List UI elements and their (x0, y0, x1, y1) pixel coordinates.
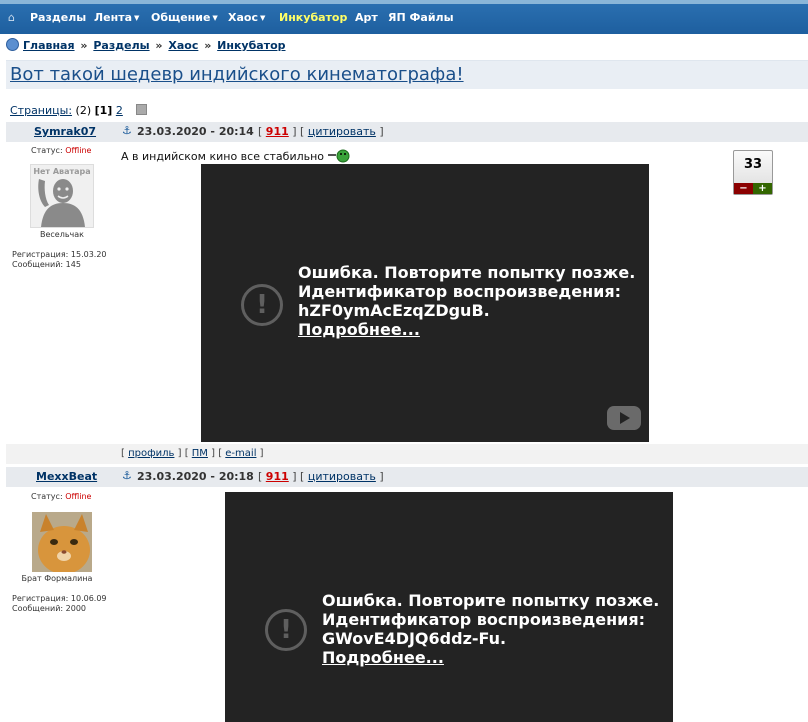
video-player[interactable]: ! Ошибка. Повторите попытку позже. Идент… (201, 164, 649, 442)
breadcrumb-inkubator[interactable]: Инкубатор (217, 39, 285, 52)
karma-minus-button[interactable]: − (734, 183, 753, 194)
youtube-icon[interactable] (607, 406, 641, 430)
post-date: 23.03.2020 - 20:18 (137, 470, 254, 483)
karma-widget: 33 − + (733, 150, 773, 195)
post-actions: [ 911 ] [ цитировать ] (258, 125, 384, 138)
status-label: Статус: (31, 492, 63, 501)
user-rank: Брат Формалина (21, 574, 93, 583)
breadcrumb-home[interactable]: Главная (23, 39, 75, 52)
status-label: Статус: (31, 146, 63, 155)
nav-label: Лента (94, 11, 132, 24)
video-more-link[interactable]: Подробнее... (322, 648, 659, 667)
nav-art[interactable]: Арт (355, 11, 378, 24)
anchor-icon[interactable]: ⚓ (122, 469, 132, 482)
breadcrumb: Главная » Разделы » Хаос » Инкубатор (6, 38, 286, 52)
avatar: Нет Аватара (30, 164, 94, 228)
video-error-message: Ошибка. Повторите попытку позже. Идентиф… (322, 591, 659, 667)
breadcrumb-separator: » (80, 39, 88, 52)
page-jump-icon[interactable] (136, 104, 148, 115)
video-more-link[interactable]: Подробнее... (298, 320, 635, 339)
nav-label: Общение (151, 11, 211, 24)
avatar (32, 512, 92, 572)
page-current: [1] (94, 104, 113, 117)
video-playback-id: GWovE4DJQ6ddz-Fu. (322, 629, 507, 648)
post-author[interactable]: MexxBeat (36, 470, 97, 483)
globe-icon (6, 38, 19, 51)
video-error-message: Ошибка. Повторите попытку позже. Идентиф… (298, 263, 635, 339)
nav-razdely[interactable]: Разделы (30, 11, 86, 24)
nav-lenta[interactable]: Лента ▼ (94, 11, 139, 24)
post-number-link[interactable]: 911 (266, 125, 289, 138)
nav-inkubator[interactable]: Инкубатор (279, 11, 347, 24)
post-header: Symrak07 ⚓ 23.03.2020 - 20:14 [ 911 ] [ … (6, 122, 808, 142)
quote-link[interactable]: цитировать (308, 470, 376, 483)
post-author-panel: Статус: Offline Брат Формалина Регистрац… (6, 492, 112, 622)
user-status: Статус: Offline (31, 492, 91, 501)
post-footer-links: [ профиль ] [ ПМ ] [ e-mail ] (121, 448, 264, 459)
user-registration: Регистрация: 15.03.20 (12, 250, 107, 259)
profile-link[interactable]: профиль (128, 448, 174, 459)
video-player[interactable]: ! Ошибка. Повторите попытку позже. Идент… (225, 492, 673, 722)
pages-label[interactable]: Страницы: (10, 104, 72, 117)
post-actions: [ 911 ] [ цитировать ] (258, 470, 384, 483)
breadcrumb-separator: » (155, 39, 163, 52)
thread-title-bar: Вот такой шедевр индийского кинематограф… (6, 60, 808, 89)
post-author[interactable]: Symrak07 (34, 125, 96, 138)
nav-obshchenie[interactable]: Общение ▼ (151, 11, 218, 24)
pages-total: (2) (75, 104, 92, 117)
top-nav: ⌂ Разделы Лента ▼ Общение ▼ Хаос ▼ Инкубато… (0, 0, 808, 34)
user-status: Статус: Offline (31, 146, 91, 155)
pm-link[interactable]: ПМ (192, 448, 208, 459)
error-icon: ! (241, 284, 283, 326)
karma-value: 33 (743, 157, 763, 172)
status-value: Offline (65, 492, 92, 501)
chevron-down-icon: ▼ (259, 14, 266, 22)
nav-khaos[interactable]: Хаос ▼ (228, 11, 265, 24)
breadcrumb-razdely[interactable]: Разделы (93, 39, 149, 52)
nav-yap-files[interactable]: ЯП Файлы (388, 11, 454, 24)
nav-label: ЯП Файлы (388, 11, 454, 24)
user-rank: Весельчак (39, 230, 85, 239)
user-registration: Регистрация: 10.06.09 (12, 594, 107, 603)
nav-label: Арт (355, 11, 378, 24)
post-author-panel: Статус: Offline Нет Аватара Весельчак Ре… (6, 146, 112, 286)
chevron-down-icon: ▼ (212, 14, 218, 22)
user-message-count: Сообщений: 145 (12, 260, 81, 269)
video-playback-id: hZF0ymAcEzqZDguB. (298, 301, 490, 320)
video-error-line: Ошибка. Повторите попытку позже. (322, 591, 660, 610)
post-text-content: А в индийском кино все стабильно (121, 150, 325, 163)
video-error-line: Ошибка. Повторите попытку позже. (298, 263, 636, 282)
video-error-line: Идентификатор воспроизведения: (298, 282, 622, 301)
nav-label: Инкубатор (279, 11, 348, 24)
home-icon[interactable]: ⌂ (8, 11, 15, 24)
error-icon: ! (265, 609, 307, 651)
status-value: Offline (65, 146, 92, 155)
nav-label: Разделы (30, 11, 87, 24)
breadcrumb-khaos[interactable]: Хаос (168, 39, 198, 52)
anchor-icon[interactable]: ⚓ (122, 124, 132, 137)
pagination: Страницы: (2) [1] 2 (10, 104, 148, 117)
nav-label: Хаос (228, 11, 258, 24)
page-2-link[interactable]: 2 (116, 104, 123, 117)
avatar-placeholder-text: Нет Аватара (33, 167, 91, 176)
quote-link[interactable]: цитировать (308, 125, 376, 138)
karma-plus-button[interactable]: + (753, 183, 772, 194)
chevron-down-icon: ▼ (134, 14, 140, 22)
post-text: А в индийском кино все стабильно (121, 149, 350, 163)
post-number-link[interactable]: 911 (266, 470, 289, 483)
cat-avatar-image (32, 512, 92, 572)
user-message-count: Сообщений: 2000 (12, 604, 86, 613)
video-error-line: Идентификатор воспроизведения: (322, 610, 646, 629)
post-date: 23.03.2020 - 20:14 (137, 125, 254, 138)
post-header: MexxBeat ⚓ 23.03.2020 - 20:18 [ 911 ] [ … (6, 467, 808, 487)
smiley-gun-icon (327, 149, 350, 163)
post-footer: [ профиль ] [ ПМ ] [ e-mail ] (6, 444, 808, 464)
breadcrumb-separator: » (204, 39, 212, 52)
thread-title[interactable]: Вот такой шедевр индийского кинематограф… (10, 64, 464, 85)
email-link[interactable]: e-mail (225, 448, 256, 459)
